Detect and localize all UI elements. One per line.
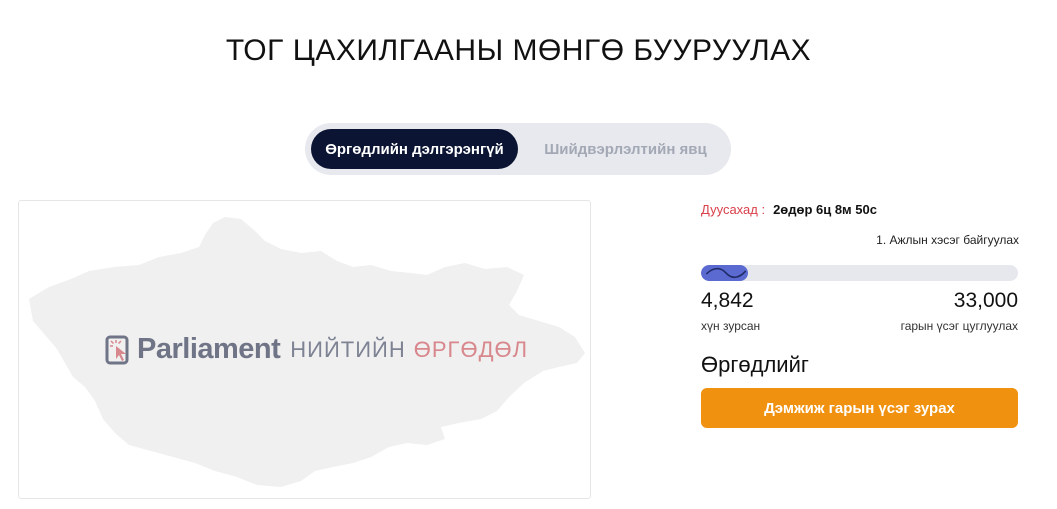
signature-progress-bar xyxy=(701,265,1018,281)
current-stage: 1. Ажлын хэсэг байгуулах xyxy=(876,233,1019,247)
support-sign-button[interactable]: Дэмжиж гарын үсэг зурах xyxy=(701,388,1018,428)
signature-goal: 33,000 xyxy=(953,289,1018,312)
logo-subtitle-petition: ӨРГӨДӨЛ xyxy=(413,336,529,362)
parliament-logo: Parliament НИЙТИЙН ӨРГӨДӨЛ xyxy=(105,333,528,366)
deadline-countdown: Дуусахад : 2өдөр 6ц 8м 50с xyxy=(701,202,877,217)
signature-count-label: хүн зурсан xyxy=(701,319,761,333)
petition-banner-image: Parliament НИЙТИЙН ӨРГӨДӨЛ xyxy=(18,200,591,499)
tab-bar: Өргөдлийн дэлгэрэнгүй Шийдвэрлэлтийн явц xyxy=(305,123,731,175)
page-title: ТОГ ЦАХИЛГААНЫ МӨНГӨ БУУРУУЛАХ xyxy=(225,34,812,67)
sign-heading: Өргөдлийг xyxy=(701,352,809,377)
logo-word: Parliament xyxy=(137,333,281,365)
signature-progress-fill xyxy=(701,265,748,281)
cursor-click-icon xyxy=(105,335,129,364)
deadline-value: 2өдөр 6ц 8м 50с xyxy=(773,202,877,217)
signature-goal-label: гарын үсэг цуглуулах xyxy=(900,319,1018,333)
tab-petition-details[interactable]: Өргөдлийн дэлгэрэнгүй xyxy=(311,129,518,169)
deadline-label: Дуусахад : xyxy=(701,202,766,217)
wave-decoration xyxy=(705,267,747,279)
tab-resolution-progress[interactable]: Шийдвэрлэлтийн явц xyxy=(526,129,725,169)
signature-count: 4,842 xyxy=(701,289,754,312)
logo-subtitle-public: НИЙТИЙН xyxy=(290,336,406,362)
